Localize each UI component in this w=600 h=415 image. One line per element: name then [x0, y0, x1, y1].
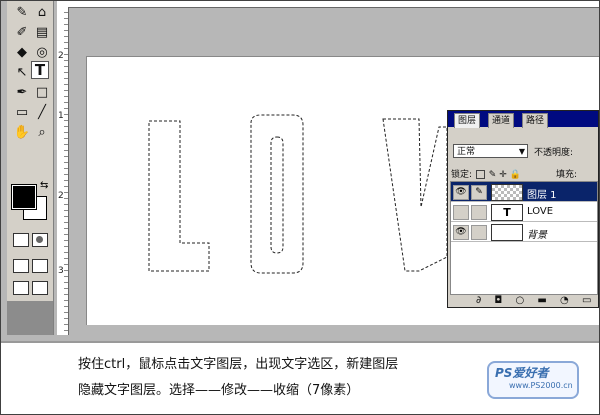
photoshop-window: ✎ ⌂ ✐ ▤ ◆ ◎ ↖ T ✒ □ ▭ ╱ ✋ ⌕ ⇆ 2 1 2 3 图层… — [0, 0, 600, 415]
toolbox: ✎ ⌂ ✐ ▤ ◆ ◎ ↖ T ✒ □ ▭ ╱ ✋ ⌕ ⇆ — [7, 1, 54, 335]
type-icon[interactable]: T — [31, 61, 49, 79]
drop-icon[interactable]: ◆ — [13, 43, 31, 61]
panel-tabs: 图层 通道 路径 — [448, 111, 598, 128]
standard-mode-icon[interactable] — [13, 233, 29, 247]
horizontal-ruler — [57, 1, 599, 8]
tab-channels[interactable]: 通道 — [488, 113, 515, 128]
eye-icon[interactable]: 👁 — [453, 225, 469, 240]
selection-letter-l — [148, 120, 210, 272]
brush-icon[interactable]: ✎ — [13, 3, 31, 21]
eraser-icon[interactable]: ✐ — [13, 23, 31, 41]
stamp-icon[interactable]: ⌂ — [33, 3, 51, 21]
layer-thumbnail — [491, 224, 523, 241]
caption-area: 按住ctrl，鼠标点击文字图层，出现文字选区，新建图层 隐藏文字图层。选择——修… — [1, 341, 599, 414]
layer-row[interactable]: T LOVE — [451, 202, 597, 222]
swap-colors-icon[interactable]: ⇆ — [40, 180, 48, 191]
fill-label: 填充: — [556, 170, 578, 180]
chevron-down-icon: ▼ — [518, 147, 525, 156]
panel-bottom-buttons: ∂ ◘ ○ ▬ ◔ ▭ — [476, 295, 599, 306]
selection-letter-v — [382, 118, 448, 272]
lock-label: 锁定: — [451, 170, 473, 180]
blend-mode-select[interactable]: 正常 ▼ — [453, 144, 528, 158]
selection-letter-o-inner — [270, 136, 284, 254]
foreground-color-swatch[interactable] — [12, 185, 36, 209]
ruler-mark: 3 — [58, 266, 64, 276]
link-toggle[interactable] — [471, 225, 487, 240]
layers-panel: 图层 通道 路径 正常 ▼ 不透明度: 锁定: ✎ ✛ 🔒 填充: 👁 ✎ 图层… — [447, 110, 599, 308]
tab-paths[interactable]: 路径 — [522, 113, 549, 128]
ruler-mark: 1 — [58, 111, 64, 121]
blend-mode-value: 正常 — [457, 147, 476, 157]
jump-icon[interactable] — [32, 281, 48, 295]
brush-icon[interactable]: ✎ — [471, 185, 487, 200]
ruler-mark: 2 — [58, 51, 64, 61]
eye-toggle[interactable] — [453, 205, 469, 220]
layer-thumbnail — [491, 184, 523, 201]
trash-icon[interactable]: ▭ — [582, 295, 591, 306]
eye-icon[interactable]: 👁 — [453, 185, 469, 200]
hand-icon[interactable]: ✋ — [13, 123, 31, 141]
layer-mask-icon[interactable]: ◘ — [494, 295, 502, 306]
caption-line-2: 隐藏文字图层。选择——修改——收缩（7像素） — [78, 383, 360, 398]
zoom-icon[interactable]: ⌕ — [33, 123, 51, 141]
dodge-icon[interactable]: ◎ — [33, 43, 51, 61]
new-layer-icon[interactable]: ◔ — [560, 295, 569, 306]
imageready-icon[interactable] — [13, 281, 29, 295]
notes-icon[interactable]: ▭ — [13, 103, 31, 121]
quick-mask-icon[interactable] — [32, 233, 48, 247]
eyedropper-icon[interactable]: ╱ — [33, 103, 51, 121]
logo-site: www.PS2000.cn — [509, 381, 573, 390]
caption-line-1: 按住ctrl，鼠标点击文字图层，出现文字选区，新建图层 — [78, 357, 399, 372]
lock-transparency-icon[interactable] — [475, 170, 485, 179]
link-toggle[interactable] — [471, 205, 487, 220]
text-layer-thumbnail: T — [491, 204, 523, 221]
site-logo: PS爱好者 www.PS2000.cn — [487, 361, 579, 399]
layer-style-icon[interactable]: ∂ — [476, 295, 481, 306]
tab-layers[interactable]: 图层 — [454, 113, 481, 128]
pen-icon[interactable]: ✒ — [13, 83, 31, 101]
full-screen-icon[interactable] — [32, 259, 48, 273]
screen-mode-icon[interactable] — [13, 259, 29, 273]
gradient-icon[interactable]: ▤ — [33, 23, 51, 41]
selection-letter-o — [250, 114, 304, 274]
layer-row[interactable]: 👁 ✎ 图层 1 — [451, 182, 597, 202]
lock-move-icon[interactable]: ✛ — [499, 170, 507, 180]
logo-text: PS爱好者 — [495, 366, 549, 380]
layer-name: 图层 1 — [527, 190, 557, 201]
ruler-mark: 2 — [58, 191, 64, 201]
adjustment-icon[interactable]: ▬ — [537, 295, 546, 306]
layer-name: LOVE — [527, 206, 554, 217]
path-select-icon[interactable]: ↖ — [13, 63, 31, 81]
lock-row: 锁定: ✎ ✛ 🔒 — [451, 167, 521, 180]
lock-all-icon[interactable]: 🔒 — [510, 170, 521, 180]
lock-paint-icon[interactable]: ✎ — [489, 170, 497, 180]
shape-icon[interactable]: □ — [33, 83, 51, 101]
layer-row[interactable]: 👁 背景 — [451, 222, 597, 242]
layer-name: 背景 — [527, 230, 547, 241]
new-set-icon[interactable]: ○ — [515, 295, 524, 306]
opacity-label: 不透明度: — [534, 148, 574, 158]
layers-list: 👁 ✎ 图层 1 T LOVE 👁 背景 — [450, 181, 598, 295]
toolbox-bottom — [7, 301, 53, 335]
